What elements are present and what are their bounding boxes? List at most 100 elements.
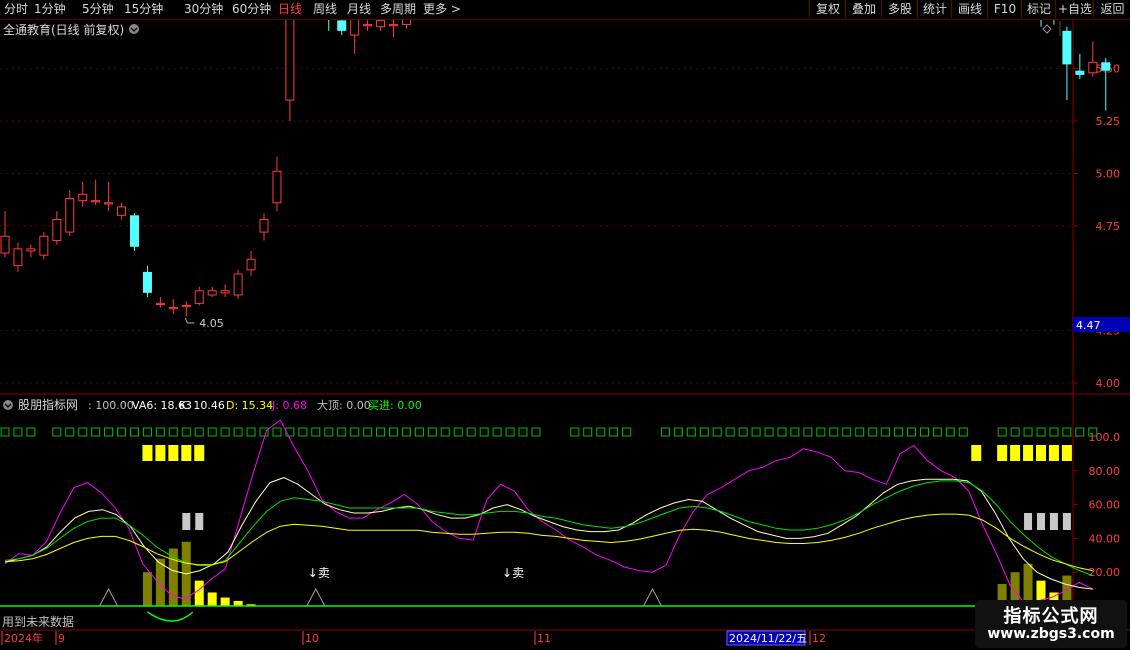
candle-up <box>389 24 398 27</box>
toolbar-button-2[interactable]: 多股 <box>881 0 918 18</box>
top-signal-block <box>1036 445 1046 461</box>
signal-square <box>207 427 217 437</box>
signal-square <box>479 427 489 437</box>
candle-up <box>65 198 75 233</box>
k-line <box>4 477 1093 590</box>
period-tab-9[interactable]: 多周期 <box>380 1 416 18</box>
signal-square <box>285 427 295 437</box>
candle-up <box>207 290 217 296</box>
signal-square <box>764 427 774 437</box>
signal-square <box>686 427 696 437</box>
period-tab-7[interactable]: 周线 <box>313 1 337 18</box>
signal-square <box>881 427 891 437</box>
signal-square <box>868 427 878 437</box>
candle-down <box>1062 30 1072 65</box>
indicator-bar <box>207 592 217 606</box>
va6-line <box>4 513 1093 572</box>
signal-square <box>1023 427 1033 437</box>
period-tab-8[interactable]: 月线 <box>347 1 371 18</box>
signal-square <box>26 427 36 437</box>
top-signal-block <box>1048 445 1059 461</box>
indicator-bar <box>142 572 152 606</box>
toolbar-button-0[interactable]: 复权 <box>809 0 846 18</box>
period-tab-5[interactable]: 60分钟 <box>232 1 271 18</box>
top-signal-block <box>1061 445 1072 461</box>
candle-up <box>104 202 114 205</box>
signal-square <box>376 427 386 437</box>
grey-signal-block <box>1037 513 1045 530</box>
signal-square <box>0 427 10 437</box>
toolbar-button-5[interactable]: F10 <box>987 0 1022 18</box>
indicator-dropdown-icon <box>3 400 13 410</box>
diamond-icon <box>1042 24 1052 34</box>
low-marker <box>184 317 195 324</box>
indicator-value-6: 买进: 0.00 <box>368 399 422 412</box>
candle-up <box>220 290 230 294</box>
candle-up <box>91 200 101 203</box>
low-price-label: 4.05 <box>199 317 224 330</box>
signal-square <box>440 427 450 437</box>
toolbar-button-8[interactable]: 返回 <box>1093 0 1130 18</box>
signal-square <box>997 427 1007 437</box>
toolbar-button-7[interactable]: +自选 <box>1055 0 1094 18</box>
chart-title: 全通教育(日线 前复权) <box>3 22 124 37</box>
toolbar-button-3[interactable]: 统计 <box>917 0 952 18</box>
signal-square <box>1010 427 1020 437</box>
toolbar-button-6[interactable]: 标记 <box>1021 0 1056 18</box>
watermark-logo: 指标公式网 www.zbgs3.com <box>975 600 1127 648</box>
signal-square <box>78 427 88 437</box>
signal-square <box>531 427 541 437</box>
indicator-bar <box>155 558 165 606</box>
indicator-bar <box>220 597 230 606</box>
candle-up <box>168 307 178 310</box>
signal-square <box>453 427 463 437</box>
top-signal-block <box>181 445 192 461</box>
toolbar-button-4[interactable]: 画线 <box>951 0 988 18</box>
top-signal-block <box>194 445 205 461</box>
signal-square <box>919 427 929 437</box>
signal-square <box>427 427 437 437</box>
signal-square <box>1075 427 1085 437</box>
period-tab-1[interactable]: 1分钟 <box>34 1 66 18</box>
price-tick-label: 5.25 <box>1096 115 1121 128</box>
period-tab-4[interactable]: 30分钟 <box>184 1 223 18</box>
triangle-marker <box>306 587 326 607</box>
watermark-url: www.zbgs3.com <box>987 626 1115 642</box>
signal-square <box>1036 427 1046 437</box>
signal-square <box>194 427 204 437</box>
period-tab-3[interactable]: 15分钟 <box>124 1 163 18</box>
toolbar-button-1[interactable]: 叠加 <box>845 0 882 18</box>
triangle-marker <box>99 587 119 607</box>
indicator-tick-label: 60.00 <box>1089 499 1121 512</box>
signal-square <box>324 427 334 437</box>
indicator-tick-label: 40.00 <box>1089 532 1121 545</box>
sell-signal-label: ↓卖 <box>308 566 330 580</box>
candle-down <box>130 215 139 247</box>
signal-square <box>945 427 955 437</box>
signal-square <box>259 427 269 437</box>
period-tab-2[interactable]: 5分钟 <box>82 1 114 18</box>
indicator-value-5: 大顶: 0.00 <box>317 398 371 412</box>
stock-chart[interactable]: 7.006.756.506.256.005.755.505.255.004.75… <box>0 20 1130 650</box>
candle-up <box>155 302 165 306</box>
signal-square <box>181 427 191 437</box>
date-label-4: 12 <box>812 632 826 645</box>
candle-up <box>376 20 386 28</box>
period-tab-0[interactable]: 分时 <box>4 1 28 18</box>
signal-square <box>712 427 722 437</box>
indicator-tick-label: 100.0 <box>1089 431 1121 444</box>
dropdown-icon <box>129 24 139 34</box>
signal-square <box>738 427 748 437</box>
signal-square <box>1049 427 1059 437</box>
candle-up <box>246 258 256 271</box>
signal-square <box>363 427 373 437</box>
candle-down <box>1075 70 1085 75</box>
signal-square <box>65 427 75 437</box>
period-tab-10[interactable]: 更多 > <box>423 1 461 18</box>
signal-square <box>52 427 62 437</box>
candle-up <box>26 248 36 252</box>
signal-square <box>790 427 800 437</box>
indicator-value-3: D: 15.34 <box>226 399 273 412</box>
candle-up <box>350 20 360 36</box>
period-tab-6[interactable]: 日线 <box>278 1 302 18</box>
